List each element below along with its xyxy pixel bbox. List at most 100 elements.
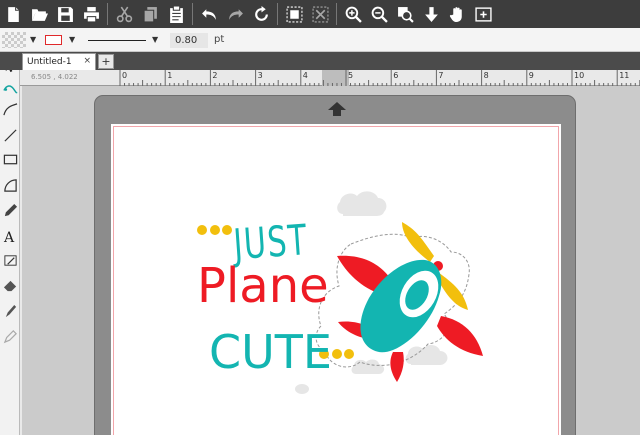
design-text-line3[interactable]: CUTE xyxy=(209,325,332,379)
rectangle-icon xyxy=(3,154,17,164)
add-page-button[interactable] xyxy=(472,3,494,25)
arc-icon xyxy=(3,178,17,192)
floppy-disk-icon xyxy=(57,6,73,22)
page[interactable]: JUST Plane CUTE xyxy=(111,124,561,435)
tab-untitled-1[interactable]: Untitled-1 × xyxy=(22,53,96,70)
main-toolbar xyxy=(0,0,640,28)
design-text-line2[interactable]: Plane xyxy=(197,258,329,314)
fit-to-page-icon xyxy=(424,6,438,22)
deselect-button[interactable] xyxy=(309,3,331,25)
chevron-down-icon[interactable]: ▼ xyxy=(30,35,36,44)
refresh-icon xyxy=(254,5,268,21)
open-button[interactable] xyxy=(28,3,50,25)
chevron-down-icon[interactable]: ▼ xyxy=(69,35,75,44)
ruler-number: 8 xyxy=(483,71,489,80)
ruler-number: 9 xyxy=(528,71,534,80)
copy-icon xyxy=(143,6,157,22)
eraser-icon xyxy=(3,280,16,291)
line-width-unit: pt xyxy=(214,34,225,45)
zoom-out-button[interactable] xyxy=(368,3,390,25)
line-width-field[interactable] xyxy=(170,33,208,48)
pencil-icon xyxy=(4,203,17,216)
clipboard-icon xyxy=(169,5,183,23)
arrow-up-icon[interactable] xyxy=(327,101,347,117)
redraw-button[interactable] xyxy=(250,3,272,25)
close-icon[interactable]: × xyxy=(83,56,91,66)
eraser-tool[interactable] xyxy=(1,276,19,294)
line-icon xyxy=(3,128,17,142)
eyedropper-icon xyxy=(3,329,17,343)
paste-button[interactable] xyxy=(165,3,187,25)
pan-button[interactable] xyxy=(446,3,468,25)
design-artwork[interactable]: JUST Plane CUTE xyxy=(111,124,561,435)
zoom-in-icon xyxy=(345,6,362,23)
cut-button[interactable] xyxy=(113,3,135,25)
knife-tool[interactable] xyxy=(1,251,19,269)
toolbar-separator xyxy=(107,3,108,25)
canvas-workspace[interactable]: JUST Plane CUTE xyxy=(22,86,640,435)
ruler-number: 3 xyxy=(257,71,263,80)
redo-button[interactable] xyxy=(224,3,246,25)
zoom-box-icon xyxy=(397,6,414,23)
printer-icon xyxy=(83,6,99,22)
document-tab-bar: Untitled-1 × + xyxy=(0,52,640,70)
text-tool[interactable]: A xyxy=(1,227,19,245)
new-document-button[interactable] xyxy=(2,3,24,25)
zoom-box-button[interactable] xyxy=(394,3,416,25)
curve-icon xyxy=(2,102,17,115)
ruler-number: 5 xyxy=(348,71,354,80)
pen-tool[interactable] xyxy=(1,302,19,320)
save-button[interactable] xyxy=(54,3,76,25)
undo-button[interactable] xyxy=(198,3,220,25)
ruler-number: 4 xyxy=(302,71,308,80)
ruler-number: 10 xyxy=(574,71,585,80)
toolbar-separator xyxy=(336,3,337,25)
fit-to-page-button[interactable] xyxy=(420,3,442,25)
text-icon: A xyxy=(3,230,15,244)
line-color-swatch[interactable] xyxy=(45,35,62,45)
ruler-number: 7 xyxy=(438,71,444,80)
edit-points-tool[interactable] xyxy=(1,80,19,98)
toolbar-separator xyxy=(192,3,193,25)
cutting-mat: JUST Plane CUTE xyxy=(94,95,576,435)
ruler-number: 6 xyxy=(393,71,399,80)
scissors-icon xyxy=(116,6,132,22)
select-all-icon xyxy=(286,6,302,22)
toolbar-separator xyxy=(277,3,278,25)
line-style-preview[interactable] xyxy=(88,40,146,41)
checker-pattern-icon[interactable] xyxy=(2,32,26,48)
horizontal-ruler: 6.505 , 4.022 0 1 2 3 4 5 6 7 8 9 10 11 xyxy=(20,70,640,86)
svg-text:A: A xyxy=(3,230,15,244)
tab-title: Untitled-1 xyxy=(27,57,72,67)
ruler-number: 11 xyxy=(619,71,630,80)
ruler-number: 2 xyxy=(212,71,218,80)
undo-icon xyxy=(201,8,216,20)
copy-button[interactable] xyxy=(139,3,161,25)
line-options-bar: ▼ ▼ ▼ pt xyxy=(0,28,640,52)
folder-open-icon xyxy=(31,8,48,21)
line-tool[interactable] xyxy=(1,126,19,144)
arc-tool[interactable] xyxy=(1,176,19,194)
curve-tool[interactable] xyxy=(1,100,19,118)
deselect-icon xyxy=(312,6,328,22)
hand-icon xyxy=(449,6,462,22)
ruler-number: 0 xyxy=(122,71,128,80)
zoom-in-button[interactable] xyxy=(342,3,364,25)
add-icon xyxy=(474,6,492,22)
new-page-icon xyxy=(7,6,19,22)
ruler-number: 1 xyxy=(167,71,173,80)
print-button[interactable] xyxy=(80,3,102,25)
rectangle-tool[interactable] xyxy=(1,150,19,168)
zoom-out-icon xyxy=(371,6,388,23)
drawing-tools-panel: A xyxy=(0,52,20,435)
pencil-tool[interactable] xyxy=(1,201,19,219)
select-all-button[interactable] xyxy=(283,3,305,25)
pen-icon xyxy=(5,304,16,317)
knife-icon xyxy=(3,254,17,266)
edit-points-icon xyxy=(2,84,18,93)
ruler-ticks xyxy=(119,70,640,86)
eyedropper-tool[interactable] xyxy=(1,327,19,345)
redo-icon xyxy=(228,8,243,20)
chevron-down-icon[interactable]: ▼ xyxy=(152,35,158,44)
add-tab-button[interactable]: + xyxy=(98,54,114,69)
